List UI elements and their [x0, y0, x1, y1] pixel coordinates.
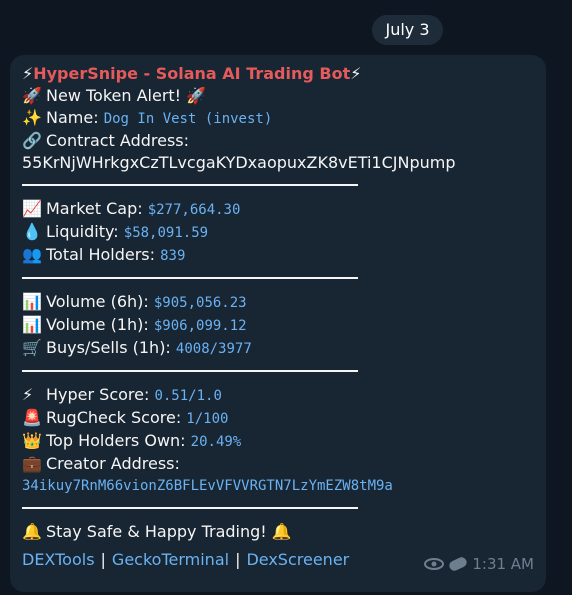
volume-1h-label: Volume (1h): — [46, 315, 154, 334]
footer-line: 🔔 Stay Safe & Happy Trading! 🔔 — [22, 521, 542, 543]
date-separator: July 3 — [372, 15, 443, 45]
separator-line — [22, 277, 358, 279]
creator-address[interactable]: 34ikuy7RnM66vionZ6BFLEvVFVVRGTN7LzYmEZW8… — [22, 475, 542, 497]
top-holders-line: 👑 Top Holders Own: 20.49% — [22, 430, 542, 453]
lightning-icon: ⚡ — [22, 385, 34, 404]
top-holders-value[interactable]: 20.49% — [191, 434, 242, 450]
hyper-score-value[interactable]: 0.51/1.0 — [154, 388, 221, 404]
rugcheck-label: RugCheck Score: — [46, 408, 187, 427]
top-holders-label: Top Holders Own: — [46, 431, 191, 450]
creator-label: Creator Address: — [46, 454, 180, 473]
volume-6h-label: Volume (6h): — [46, 292, 154, 311]
contract-label-line: 🔗 Contract Address: — [22, 130, 542, 152]
creator-label-line: 💼 Creator Address: — [22, 453, 542, 475]
bell-icon: 🔔 — [22, 522, 42, 541]
geckoterminal-link[interactable]: GeckoTerminal — [112, 550, 229, 569]
name-label: Name: — [46, 108, 104, 127]
volume-6h-value[interactable]: $905,056.23 — [154, 295, 247, 311]
liquidity-label: Liquidity: — [46, 222, 124, 241]
chart-up-icon: 📈 — [22, 199, 42, 218]
sparkles-icon: ✨ — [22, 108, 42, 127]
dexscreener-link[interactable]: DexScreener — [246, 550, 349, 569]
market-cap-value[interactable]: $277,664.30 — [148, 202, 241, 218]
alert-line: 🚀 New Token Alert! 🚀 — [22, 85, 542, 107]
holders-label: Total Holders: — [46, 245, 161, 264]
bell-icon: 🔔 — [271, 522, 292, 541]
hyper-score-line: ⚡ Hyper Score: 0.51/1.0 — [22, 384, 542, 407]
contract-address: 55KrNjWHrkgxCzTLvcgaKYDxaopuxZK8vETi1CJN… — [22, 153, 456, 172]
buys-sells-line: 🛒 Buys/Sells (1h): 4008/3977 — [22, 337, 542, 360]
market-cap-line: 📈 Market Cap: $277,664.30 — [22, 198, 542, 221]
liquidity-line: 💧 Liquidity: $58,091.59 — [22, 221, 542, 244]
footer-text: Stay Safe & Happy Trading! — [46, 522, 267, 541]
link-separator: | — [235, 550, 241, 569]
liquidity-value[interactable]: $58,091.59 — [124, 225, 208, 241]
contract-label: Contract Address: — [46, 131, 190, 150]
crown-icon: 👑 — [22, 431, 42, 450]
dextools-link[interactable]: DEXTools — [22, 550, 95, 569]
bar-chart-icon: 📊 — [22, 315, 42, 334]
rocket-icon: 🚀 — [22, 86, 42, 105]
volume-6h-line: 📊 Volume (6h): $905,056.23 — [22, 291, 542, 314]
volume-1h-line: 📊 Volume (1h): $906,099.12 — [22, 314, 542, 337]
hyper-score-label: Hyper Score: — [46, 385, 155, 404]
buys-sells-label: Buys/Sells (1h): — [46, 338, 176, 357]
link-icon: 🔗 — [22, 131, 42, 150]
message-time: 1:31 AM — [472, 555, 534, 573]
people-icon: 👥 — [22, 245, 42, 264]
pill-icon — [449, 557, 467, 571]
link-row: DEXTools | GeckoTerminal | DexScreener — [22, 549, 349, 571]
rugcheck-value[interactable]: 1/100 — [186, 411, 228, 427]
name-value[interactable]: Dog In Vest (invest) — [104, 111, 273, 127]
title-line: ⚡HyperSnipe - Solana AI Trading Bot⚡ — [22, 63, 542, 85]
separator-line — [22, 184, 358, 186]
cart-icon: 🛒 — [22, 338, 42, 357]
separator-line — [22, 507, 358, 509]
lightning-icon: ⚡ — [350, 64, 362, 83]
droplet-icon: 💧 — [22, 222, 42, 241]
message-meta: 1:31 AM — [424, 555, 534, 573]
holders-value[interactable]: 839 — [160, 248, 185, 264]
siren-icon: 🚨 — [22, 408, 42, 427]
link-separator: | — [100, 550, 106, 569]
separator-line — [22, 370, 358, 372]
buys-sells-value[interactable]: 4008/3977 — [176, 341, 252, 357]
eye-icon — [424, 558, 445, 570]
rugcheck-line: 🚨 RugCheck Score: 1/100 — [22, 407, 542, 430]
alert-text: New Token Alert! — [46, 86, 182, 105]
bot-title: HyperSnipe - Solana AI Trading Bot — [33, 64, 351, 83]
message-bubble: ⚡HyperSnipe - Solana AI Trading Bot⚡ 🚀 Ne… — [10, 55, 546, 592]
volume-1h-value[interactable]: $906,099.12 — [154, 318, 247, 334]
message-content: ⚡HyperSnipe - Solana AI Trading Bot⚡ 🚀 Ne… — [22, 63, 542, 543]
lightning-icon: ⚡ — [22, 64, 34, 83]
name-line: ✨ Name: Dog In Vest (invest) — [22, 107, 542, 130]
bar-chart-icon: 📊 — [22, 292, 42, 311]
briefcase-icon: 💼 — [22, 454, 42, 473]
holders-line: 👥 Total Holders: 839 — [22, 244, 542, 267]
market-cap-label: Market Cap: — [46, 199, 148, 218]
rocket-icon: 🚀 — [186, 86, 207, 105]
